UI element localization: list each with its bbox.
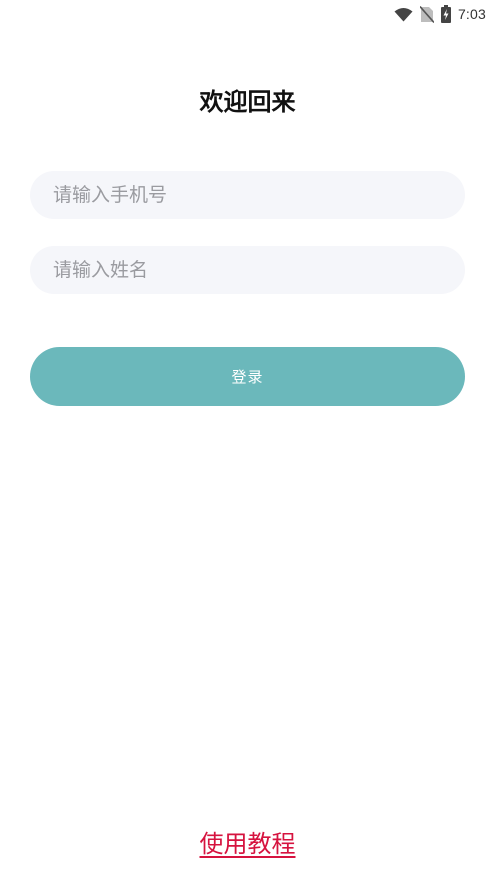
login-button[interactable]: 登录 <box>30 347 465 406</box>
status-icons: 7:03 <box>394 4 486 24</box>
name-input[interactable] <box>30 246 465 294</box>
no-sim-icon <box>419 5 434 23</box>
battery-charging-icon <box>440 5 451 23</box>
status-bar: 7:03 <box>0 0 495 28</box>
phone-input[interactable] <box>30 171 465 219</box>
wifi-icon <box>394 7 413 22</box>
status-time: 7:03 <box>457 6 486 22</box>
tutorial-link[interactable]: 使用教程 <box>0 826 495 862</box>
page-title: 欢迎回来 <box>199 88 296 116</box>
